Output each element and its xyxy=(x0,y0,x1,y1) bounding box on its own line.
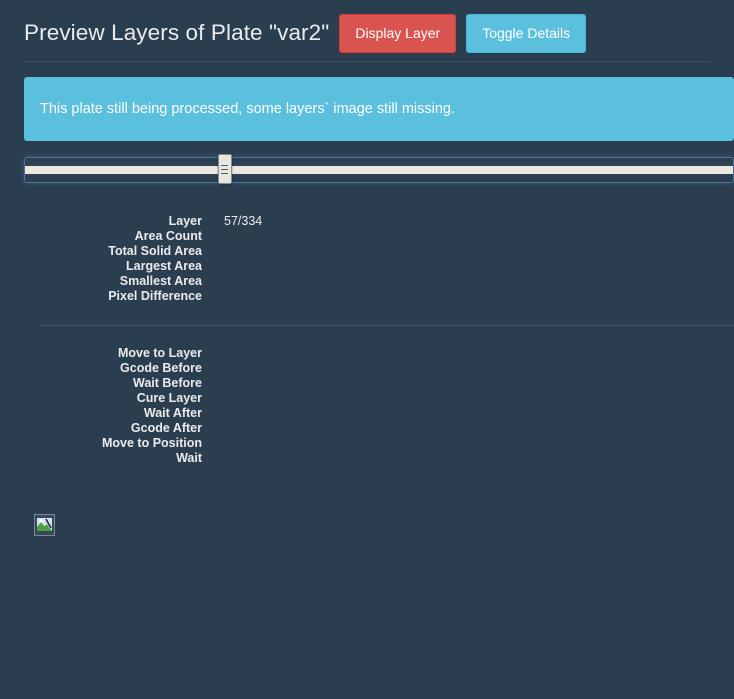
detail-label: Total Solid Area xyxy=(108,244,202,259)
detail-row: Area Count xyxy=(24,229,734,244)
detail-label: Wait After xyxy=(143,406,202,421)
details-divider xyxy=(40,325,734,327)
detail-row: Largest Area xyxy=(24,259,734,274)
layer-image-area xyxy=(34,514,710,537)
toggle-details-button[interactable]: Toggle Details xyxy=(466,13,587,53)
layer-details: Layer 57/334 Area Count Total Solid Area Lar… xyxy=(24,214,734,466)
detail-row: Layer 57/334 xyxy=(24,214,734,229)
detail-row: Smallest Area xyxy=(24,274,734,289)
detail-row: Pixel Difference xyxy=(24,289,734,304)
page-root: Preview Layers of Plate "var2" Display L… xyxy=(0,0,734,699)
detail-label: Move to Position xyxy=(102,436,202,451)
display-layer-button[interactable]: Display Layer xyxy=(339,13,457,53)
layer-slider[interactable] xyxy=(24,154,734,185)
page-header: Preview Layers of Plate "var2" Display L… xyxy=(24,0,710,62)
handle-grip-line xyxy=(221,164,229,166)
layer-slider-container[interactable] xyxy=(24,154,734,187)
layer-slider-track[interactable] xyxy=(25,166,733,175)
processing-alert: This plate still being processed, some l… xyxy=(24,77,734,142)
detail-label: Area Count xyxy=(134,229,202,244)
detail-label: Move to Layer xyxy=(117,346,202,361)
layer-stats-list: Layer 57/334 Area Count Total Solid Area Lar… xyxy=(24,214,734,304)
header-row: Preview Layers of Plate "var2" Display L… xyxy=(24,13,710,53)
detail-row: Move to Position xyxy=(24,436,734,451)
detail-label: Gcode After xyxy=(130,421,202,436)
page-title: Preview Layers of Plate "var2" xyxy=(24,19,330,45)
handle-grip-line xyxy=(221,172,229,174)
detail-row: Total Solid Area xyxy=(24,244,734,259)
handle-grip-line xyxy=(221,168,229,170)
detail-row: Wait Before xyxy=(24,376,734,391)
detail-label: Layer xyxy=(168,214,202,229)
detail-label: Cure Layer xyxy=(136,391,202,406)
detail-row: Cure Layer xyxy=(24,391,734,406)
processing-alert-text: This plate still being processed, some l… xyxy=(40,101,456,117)
detail-label: Largest Area xyxy=(126,259,202,274)
detail-label: Wait xyxy=(176,451,202,466)
broken-image-icon xyxy=(34,514,55,537)
detail-label: Pixel Difference xyxy=(108,289,202,304)
detail-row: Wait After xyxy=(24,406,734,421)
detail-row: Wait xyxy=(24,451,734,466)
detail-row: Gcode After xyxy=(24,421,734,436)
detail-value: 57/334 xyxy=(224,214,263,229)
detail-label: Smallest Area xyxy=(119,274,202,289)
detail-row: Move to Layer xyxy=(24,346,734,361)
layer-actions-list: Move to Layer Gcode Before Wait Before Cure… xyxy=(24,346,734,466)
detail-row: Gcode Before xyxy=(24,361,734,376)
detail-label: Wait Before xyxy=(133,376,202,391)
detail-label: Gcode Before xyxy=(120,361,202,376)
layer-slider-handle[interactable] xyxy=(217,154,232,185)
